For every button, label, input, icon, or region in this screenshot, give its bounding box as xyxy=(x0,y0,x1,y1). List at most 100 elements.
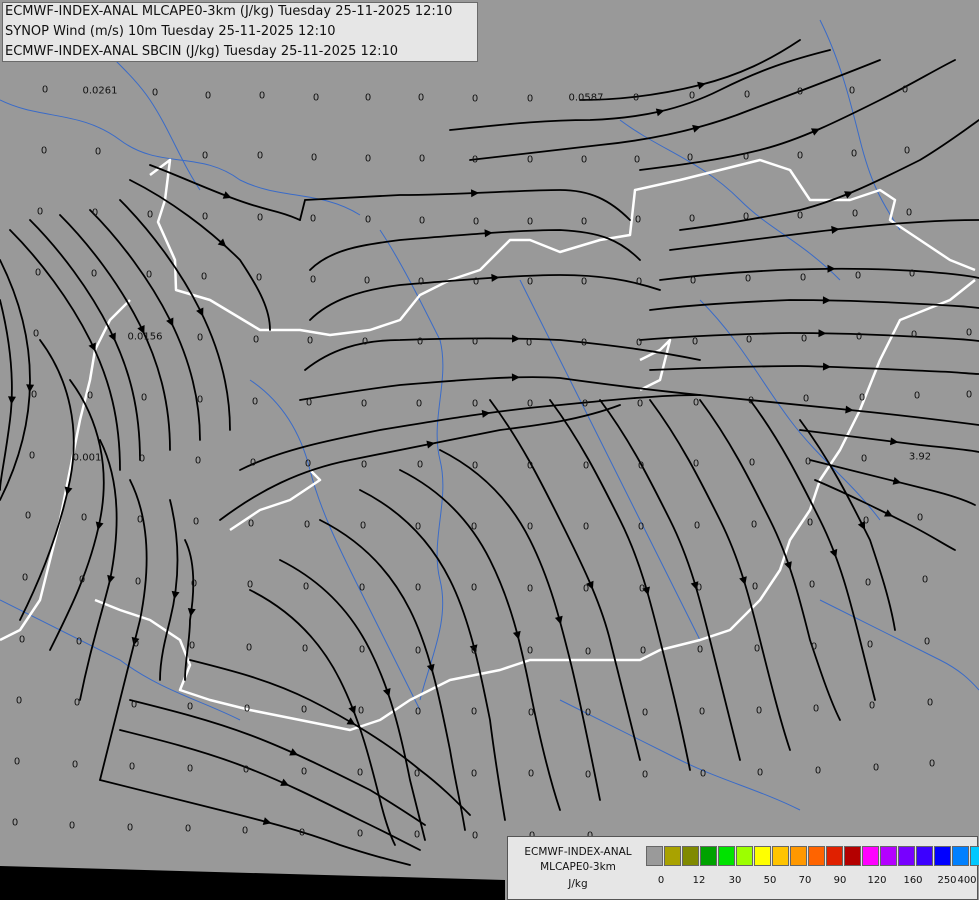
grid-value-label: 0 xyxy=(688,213,696,225)
grid-value-label: 0 xyxy=(688,90,696,102)
grid-value-label: 0 xyxy=(755,705,763,717)
grid-value-label: 0 xyxy=(18,634,26,646)
grid-value-label: 0 xyxy=(414,521,422,533)
grid-value-label: 0 xyxy=(908,268,916,280)
grid-value-label: 0 xyxy=(527,707,535,719)
legend-title-unit: J/kg xyxy=(568,878,588,890)
grid-value-label: 0 xyxy=(470,645,478,657)
grid-value-label: 0 xyxy=(526,398,534,410)
map-header: ECMWF-INDEX-ANAL MLCAPE0-3km (J/kg) Tues… xyxy=(2,2,478,62)
grid-value-label: 0 xyxy=(255,272,263,284)
grid-value-label: 0 xyxy=(413,829,421,841)
grid-value-label: 0 xyxy=(864,577,872,589)
grid-value-label: 0 xyxy=(636,398,644,410)
grid-value-label: 0 xyxy=(470,706,478,718)
legend-swatches xyxy=(646,846,979,866)
grid-value-label: 0 xyxy=(866,639,874,651)
legend-swatch xyxy=(826,846,843,866)
grid-value-label: 0 xyxy=(418,215,426,227)
grid-value-label: 0 xyxy=(750,519,758,531)
grid-value-label: 0 xyxy=(582,460,590,472)
grid-value-label: 0 xyxy=(742,211,750,223)
grid-value-label: 0 xyxy=(526,460,534,472)
grid-value-label: 0 xyxy=(21,572,29,584)
grid-value-label: 0 xyxy=(300,766,308,778)
grid-value-label: 0 xyxy=(686,152,694,164)
grid-value-label: 0 xyxy=(364,214,372,226)
grid-value-label: 0 xyxy=(358,582,366,594)
grid-value-label: 0 xyxy=(632,92,640,104)
grid-value-label: 0 xyxy=(868,700,876,712)
grid-value-label: 0 xyxy=(41,84,49,96)
grid-value-label: 0 xyxy=(416,336,424,348)
grid-value-label: 0 xyxy=(414,582,422,594)
grid-value-label: 0 xyxy=(132,638,140,650)
grid-value-label: 0 xyxy=(417,92,425,104)
grid-value-label: 0 xyxy=(15,695,23,707)
grid-value-label: 0 xyxy=(526,93,534,105)
grid-value-label: 0 xyxy=(71,759,79,771)
grid-value-label: 0 xyxy=(40,145,48,157)
grid-value-label: 0 xyxy=(304,458,312,470)
grid-value-label: 0.0587 xyxy=(568,92,604,104)
grid-value-label: 0 xyxy=(633,154,641,166)
grid-value-label: 0 xyxy=(256,212,264,224)
legend-swatch xyxy=(790,846,807,866)
grid-value-label: 0 xyxy=(145,269,153,281)
grid-value-label: 0 xyxy=(151,87,159,99)
grid-value-label: 0 xyxy=(808,579,816,591)
grid-value-label: 0 xyxy=(364,92,372,104)
grid-value-label: 0 xyxy=(635,276,643,288)
grid-value-label: 0 xyxy=(256,150,264,162)
grid-value-label: 0 xyxy=(525,337,533,349)
grid-value-label: 0 xyxy=(146,209,154,221)
grid-value-label: 0 xyxy=(742,151,750,163)
grid-value-label: 0 xyxy=(903,145,911,157)
grid-value-label: 0 xyxy=(243,703,251,715)
grid-value-label: 0 xyxy=(926,697,934,709)
grid-value-label: 0 xyxy=(188,640,196,652)
grid-value-label: 0 xyxy=(526,583,534,595)
grid-value-label: 0 xyxy=(414,706,422,718)
grid-value-label: 0 xyxy=(470,768,478,780)
grid-value-label: 0 xyxy=(416,459,424,471)
grid-value-label: 0 xyxy=(471,336,479,348)
grid-value-label: 0 xyxy=(246,579,254,591)
legend-swatch xyxy=(916,846,933,866)
grid-value-label: 0 xyxy=(637,521,645,533)
grid-value-label: 0 xyxy=(73,697,81,709)
grid-value-label: 0 xyxy=(138,453,146,465)
grid-value-label: 0 xyxy=(689,275,697,287)
grid-value-label: 0 xyxy=(130,699,138,711)
grid-value-label: 0 xyxy=(86,390,94,402)
grid-value-label: 0 xyxy=(78,574,86,586)
grid-value-label: 0 xyxy=(860,453,868,465)
legend-swatch xyxy=(664,846,681,866)
legend-tick-label: 250 xyxy=(937,875,957,886)
grid-value-label: 0 xyxy=(258,90,266,102)
header-line-cape: ECMWF-INDEX-ANAL MLCAPE0-3km (J/kg) Tues… xyxy=(5,4,453,19)
grid-value-label: 0 xyxy=(965,327,973,339)
grid-value-label: 0 xyxy=(800,333,808,345)
grid-value-label: 0 xyxy=(965,389,973,401)
legend-tick-label: 50 xyxy=(763,875,777,886)
grid-value-label: 0 xyxy=(582,521,590,533)
grid-value-label: 0 xyxy=(305,397,313,409)
grid-value-label: 0 xyxy=(359,520,367,532)
grid-value-label: 0 xyxy=(242,764,250,776)
grid-value-label: 0 xyxy=(637,460,645,472)
grid-value-label: 0 xyxy=(471,93,479,105)
grid-value-label: 0 xyxy=(363,275,371,287)
grid-value-label: 0 xyxy=(641,707,649,719)
grid-value-label: 0 xyxy=(580,216,588,228)
grid-value-label: 0 xyxy=(850,148,858,160)
legend-swatch xyxy=(772,846,789,866)
grid-value-label: 0 xyxy=(194,455,202,467)
grid-value-label: 0 xyxy=(94,146,102,158)
grid-value-label: 0 xyxy=(75,636,83,648)
legend-tick-label: 12 xyxy=(692,875,706,886)
legend-swatch xyxy=(934,846,951,866)
legend-swatch xyxy=(718,846,735,866)
grid-value-label: 0 xyxy=(743,89,751,101)
grid-value-label: 0 xyxy=(301,643,309,655)
